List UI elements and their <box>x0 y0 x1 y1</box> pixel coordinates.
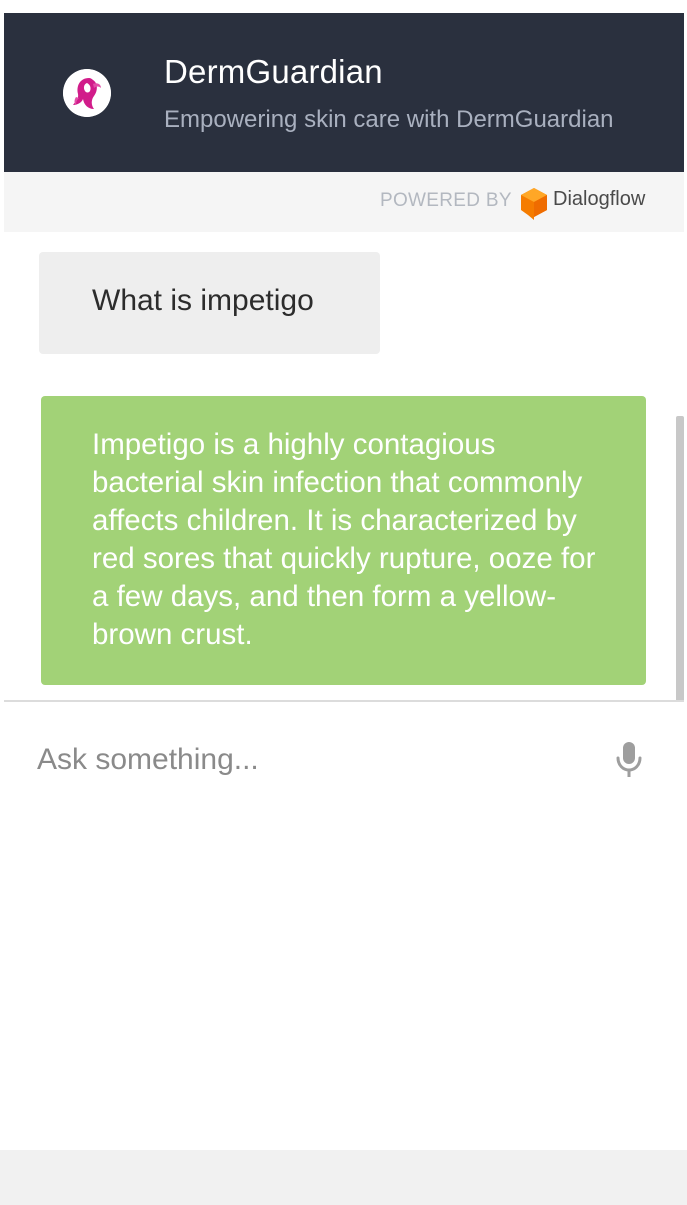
woman-silhouette-logo-icon <box>63 69 111 117</box>
chat-subtitle: Empowering skin care with DermGuardian <box>164 106 614 133</box>
microphone-icon[interactable] <box>613 740 645 780</box>
powered-by-label: POWERED BY <box>380 190 512 211</box>
user-message-bubble: What is impetigo <box>39 252 380 354</box>
bottom-bar <box>0 1150 687 1205</box>
powered-by-bar: POWERED BY Dialogflow <box>4 172 684 232</box>
chat-window: DermGuardian Empowering skin care with D… <box>0 0 687 1205</box>
dialogflow-logo-icon <box>518 186 550 220</box>
input-divider <box>4 700 684 702</box>
chat-title: DermGuardian <box>164 53 383 90</box>
chat-header: DermGuardian Empowering skin care with D… <box>4 13 684 172</box>
dialogflow-brand-label: Dialogflow <box>553 188 646 210</box>
ask-input[interactable] <box>37 738 577 782</box>
bot-message-bubble: Impetigo is a highly contagious bacteria… <box>41 396 646 685</box>
message-list-scrollbar[interactable] <box>676 416 684 702</box>
